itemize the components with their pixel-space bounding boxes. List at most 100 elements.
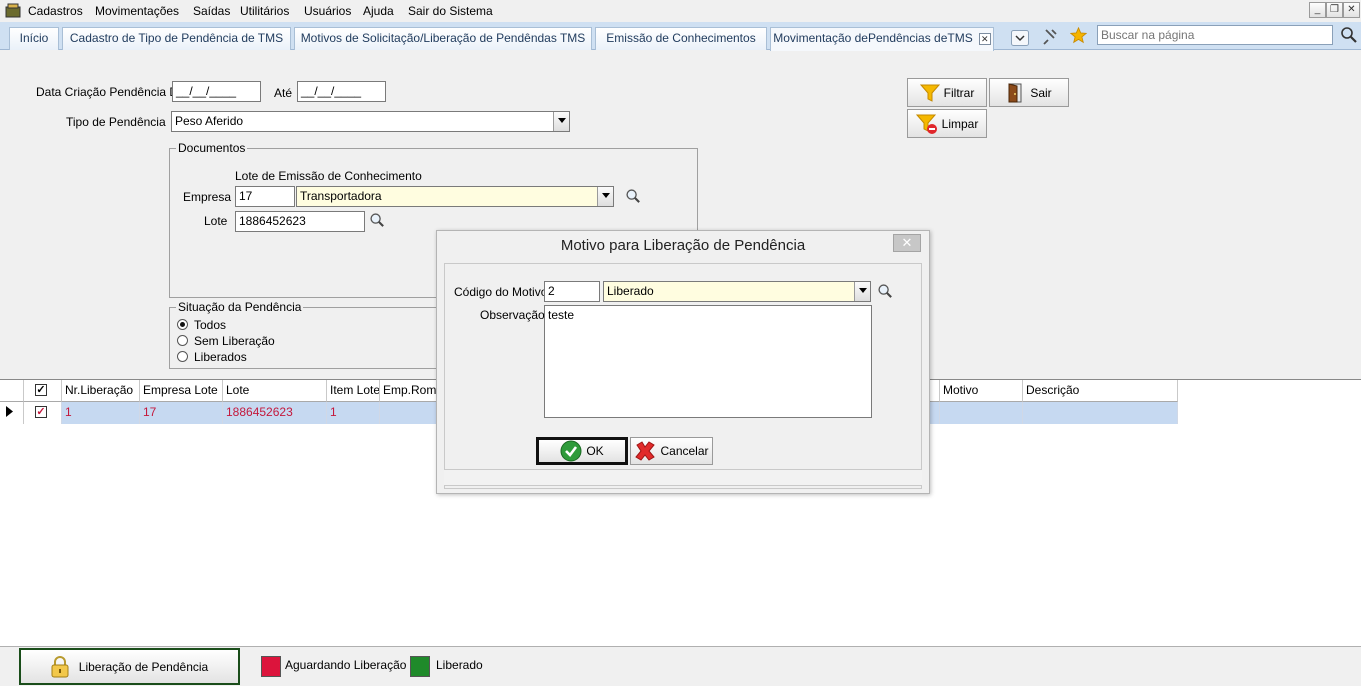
date-to-label: Até: [274, 86, 293, 100]
radio-liberados-label: Liberados: [194, 350, 247, 364]
cancelar-button[interactable]: Cancelar: [630, 437, 713, 465]
cell-empresa-lote[interactable]: 17: [140, 402, 223, 424]
tab-close-icon[interactable]: ✕: [978, 32, 991, 45]
lock-icon: [51, 655, 69, 677]
select-all-checkbox[interactable]: ✓: [35, 384, 47, 396]
tipo-pendencia-select[interactable]: Peso Aferido: [171, 111, 570, 132]
observacao-textarea[interactable]: teste: [544, 305, 872, 418]
tab-inicio[interactable]: Início: [9, 27, 59, 50]
tab-emissao-conhecimentos[interactable]: Emissão de Conhecimentos: [595, 27, 767, 50]
legend-aguardando-swatch: [261, 656, 281, 677]
cancelar-label: Cancelar: [660, 444, 709, 458]
filtrar-button[interactable]: Filtrar: [907, 78, 987, 107]
row-checkbox[interactable]: ✓: [35, 406, 47, 418]
chevron-down-icon[interactable]: [854, 282, 870, 301]
grid-indicator-header: [0, 380, 24, 402]
menu-cadastros[interactable]: Cadastros: [28, 4, 83, 18]
legend-aguardando-label: Aguardando Liberação: [285, 658, 407, 672]
tab-label: Cadastro de Tipo de Pendência de TMS: [69, 31, 284, 45]
menu-ajuda[interactable]: Ajuda: [363, 4, 394, 18]
legend-liberado-label: Liberado: [436, 658, 483, 672]
search-icon[interactable]: [1340, 26, 1358, 44]
check-circle-icon: [560, 440, 582, 462]
cell-item-lote[interactable]: 1: [327, 402, 380, 424]
lote-search-icon[interactable]: [369, 212, 386, 229]
empresa-label: Empresa: [183, 190, 232, 204]
tab-cadastro-tipo-pendencia[interactable]: Cadastro de Tipo de Pendência de TMS: [62, 27, 291, 50]
menu-usuarios[interactable]: Usuários: [304, 4, 351, 18]
tipo-pendencia-label: Tipo de Pendência: [66, 115, 166, 129]
menu-bar: Cadastros Movimentações Saídas Utilitári…: [0, 0, 1361, 22]
grid-header-motivo[interactable]: Motivo: [940, 380, 1023, 402]
radio-sem-liberacao-label: Sem Liberação: [194, 334, 275, 348]
cell-nr-liberacao[interactable]: 1: [62, 402, 140, 424]
tab-label: Emissão de Conhecimentos: [606, 31, 756, 45]
codigo-motivo-label: Código do Motivo: [454, 285, 548, 299]
chevron-down-icon[interactable]: [553, 112, 569, 131]
date-from-field[interactable]: __/__/____: [172, 81, 261, 102]
bottom-bar: Liberação de Pendência Aguardando Libera…: [0, 646, 1361, 686]
cell-descricao[interactable]: [1023, 402, 1178, 424]
limpar-button[interactable]: Limpar: [907, 109, 987, 138]
favorite-star-icon[interactable]: [1070, 27, 1087, 44]
menu-saidas[interactable]: Saídas: [193, 4, 230, 18]
date-to-field[interactable]: __/__/____: [297, 81, 386, 102]
grid-header-item-lote[interactable]: Item Lote: [327, 380, 380, 402]
cell-motivo[interactable]: [940, 402, 1023, 424]
tab-label: Movimentação dePendências deTMS: [773, 31, 973, 45]
empresa-code-field[interactable]: 17: [235, 186, 295, 207]
tab-label: Motivos de Solicitação/Liberação de Pend…: [300, 31, 586, 45]
empresa-name-value: Transportadora: [300, 189, 382, 203]
empresa-search-icon[interactable]: [625, 188, 642, 205]
row-select-cell[interactable]: ✓: [24, 402, 62, 424]
row-indicator: [0, 402, 24, 424]
menu-utilitarios[interactable]: Utilitários: [240, 4, 289, 18]
motivo-select[interactable]: Liberado: [603, 281, 871, 302]
tab-motivos-solicitacao[interactable]: Motivos de Solicitação/Liberação de Pend…: [294, 27, 592, 50]
radio-todos[interactable]: [177, 319, 188, 330]
radio-liberados[interactable]: [177, 351, 188, 362]
liberacao-pendencia-label: Liberação de Pendência: [78, 659, 209, 674]
liberacao-pendencia-button[interactable]: Liberação de Pendência: [19, 648, 240, 685]
dialog-title: Motivo para Liberação de Pendência: [560, 237, 806, 254]
grid-header-lote[interactable]: Lote: [223, 380, 327, 402]
sair-button[interactable]: Sair: [989, 78, 1069, 107]
radio-sem-liberacao[interactable]: [177, 335, 188, 346]
menu-sair-do-sistema[interactable]: Sair do Sistema: [408, 4, 493, 18]
close-window-button[interactable]: ✕: [1343, 2, 1360, 18]
chevron-down-icon[interactable]: [597, 187, 613, 206]
filter-icon: [919, 84, 940, 102]
grid-header-empresa-lote[interactable]: Empresa Lote: [140, 380, 223, 402]
dialog-close-button[interactable]: ✕: [893, 234, 921, 252]
empresa-select[interactable]: Transportadora: [296, 186, 614, 207]
cell-lote[interactable]: 1886452623: [223, 402, 327, 424]
radio-todos-label: Todos: [194, 318, 227, 332]
motivo-search-icon[interactable]: [877, 283, 894, 300]
grid-select-all-header[interactable]: ✓: [24, 380, 62, 402]
menu-movimentacoes[interactable]: Movimentações: [95, 4, 179, 18]
minimize-button[interactable]: _: [1309, 2, 1326, 18]
lote-emissao-label: Lote de Emissão de Conhecimento: [235, 169, 422, 183]
filtrar-label: Filtrar: [943, 85, 975, 100]
dialog-status-bar: [444, 469, 922, 486]
ok-label: OK: [586, 444, 604, 458]
app-icon: [5, 3, 21, 18]
pin-icon[interactable]: [1042, 28, 1058, 46]
tab-list-icon[interactable]: [1011, 30, 1029, 46]
lote-field[interactable]: 1886452623: [235, 211, 365, 232]
grid-header-nr-liberacao[interactable]: Nr.Liberação: [62, 380, 140, 402]
codigo-motivo-field[interactable]: 2: [544, 281, 600, 302]
tab-movimentacao-pendencias[interactable]: Movimentação dePendências deTMS ✕: [770, 27, 994, 51]
ok-button[interactable]: OK: [536, 437, 628, 465]
tab-label: Início: [19, 31, 49, 45]
motivo-liberacao-dialog: Motivo para Liberação de Pendência ✕ Cód…: [436, 230, 930, 494]
documentos-title: Documentos: [176, 141, 248, 155]
grid-header-descricao[interactable]: Descrição: [1023, 380, 1178, 402]
tipo-pendencia-value: Peso Aferido: [175, 114, 244, 128]
search-input[interactable]: [1097, 25, 1333, 45]
motivo-value: Liberado: [607, 284, 654, 298]
red-x-icon: [635, 441, 656, 461]
restore-button[interactable]: ❐: [1326, 2, 1343, 18]
current-row-arrow-icon: [6, 406, 13, 417]
situacao-title: Situação da Pendência: [176, 300, 304, 314]
